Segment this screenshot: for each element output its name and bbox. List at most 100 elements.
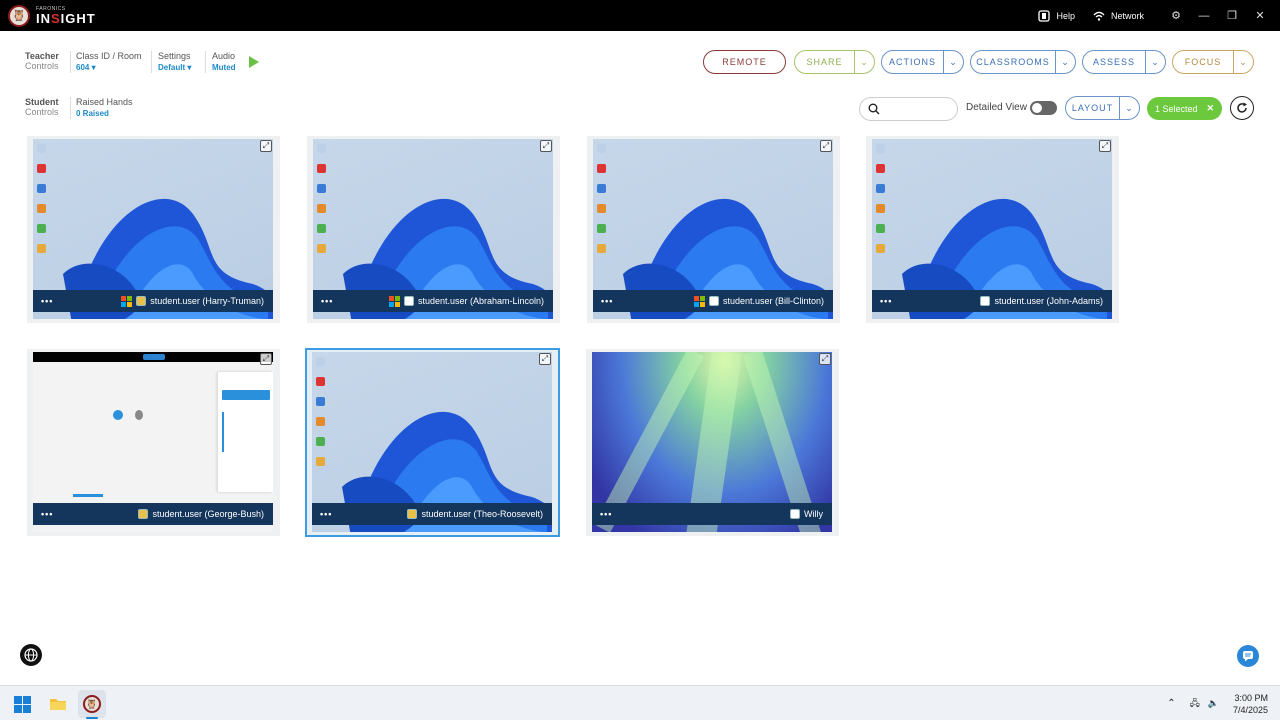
folder-icon	[50, 699, 66, 710]
clear-selection-icon[interactable]: ✕	[1206, 103, 1214, 114]
expand-fullscreen-icon[interactable]: ⤢	[819, 353, 831, 365]
more-options-icon[interactable]: •••	[41, 509, 53, 519]
expand-fullscreen-icon[interactable]: ⤢	[820, 140, 832, 152]
student-name-label: student.user (Theo-Roosevelt)	[421, 509, 543, 519]
student-name-bar: ••• Willy	[592, 503, 832, 525]
owl-logo-icon: 🦉	[8, 4, 30, 27]
insight-owl-icon: 🦉	[83, 695, 101, 713]
classrooms-button[interactable]: CLASSROOMS ⌄	[970, 50, 1076, 74]
app-icon	[407, 509, 418, 519]
student-name-bar: ••• student.user (George-Bush)	[33, 503, 273, 525]
browser-icon	[980, 296, 991, 306]
insight-taskbar-button[interactable]: 🦉	[78, 690, 106, 718]
volume-icon[interactable]: 🔈	[1208, 698, 1219, 709]
detailed-view-toggle[interactable]	[1030, 101, 1057, 115]
student-name-label: student.user (John-Adams)	[994, 296, 1103, 306]
network-button[interactable]: Network	[1093, 11, 1144, 21]
student-name-label: student.user (Bill-Clinton)	[722, 296, 824, 306]
focus-button[interactable]: FOCUS ⌄	[1172, 50, 1254, 74]
help-button[interactable]: Help	[1038, 9, 1075, 22]
more-options-icon[interactable]: •••	[320, 509, 332, 519]
student-thumbnail[interactable]: ⤢ ••• student.user (Harry-Truman)	[27, 136, 280, 323]
class-room-selector[interactable]: Class ID / Room 604 ▾	[76, 51, 142, 72]
teacher-controls-heading: Teacher Controls	[25, 51, 59, 71]
share-button[interactable]: SHARE ⌄	[794, 50, 875, 74]
actions-dropdown-chevron-icon[interactable]: ⌄	[943, 51, 963, 73]
settings-gear-icon[interactable]: ⚙	[1162, 9, 1190, 22]
settings-selector[interactable]: Settings Default ▾	[158, 51, 191, 72]
chat-icon	[1243, 651, 1253, 662]
file-explorer-button[interactable]	[44, 690, 72, 718]
abc-icon	[790, 509, 800, 519]
assess-dropdown-chevron-icon[interactable]: ⌄	[1145, 51, 1165, 73]
layout-dropdown-chevron-icon[interactable]: ⌄	[1119, 97, 1139, 119]
start-button[interactable]	[10, 690, 38, 718]
globe-icon	[24, 648, 38, 662]
raised-hands[interactable]: Raised Hands 0 Raised	[76, 97, 133, 118]
layout-button[interactable]: LAYOUT ⌄	[1065, 96, 1140, 120]
audio-status: Audio Muted	[212, 51, 236, 72]
play-icon[interactable]	[249, 56, 259, 68]
help-icon	[1038, 9, 1051, 22]
search-icon	[868, 103, 880, 115]
close-button[interactable]: ✕	[1246, 9, 1274, 22]
search-box[interactable]	[859, 97, 958, 121]
student-thumbnail[interactable]: ⤢ ••• student.user (Abraham-Lincoln)	[307, 136, 560, 323]
student-thumbnail[interactable]: ⤢ ••• student.user (John-Adams)	[866, 136, 1119, 323]
student-name-bar: ••• student.user (Theo-Roosevelt)	[312, 503, 552, 525]
expand-fullscreen-icon[interactable]: ⤢	[1099, 140, 1111, 152]
student-name-label: student.user (George-Bush)	[152, 509, 264, 519]
network-tray-icon[interactable]: 🖧	[1190, 696, 1200, 712]
student-name-bar: ••• student.user (Bill-Clinton)	[593, 290, 833, 312]
windows-logo	[693, 295, 705, 307]
student-thumbnail[interactable]: ⤢ ••• student.user (George-Bush)	[27, 349, 280, 536]
title-bar: 🦉 FARONICS INSIGHT Help Network ⚙ — ❐ ✕	[0, 0, 1280, 31]
browser-icon	[403, 296, 414, 306]
more-options-icon[interactable]: •••	[601, 296, 613, 306]
expand-fullscreen-icon[interactable]: ⤢	[260, 353, 272, 365]
expand-fullscreen-icon[interactable]: ⤢	[539, 353, 551, 365]
minimize-button[interactable]: —	[1190, 10, 1218, 22]
student-controls-heading: Student Controls	[25, 97, 59, 117]
assess-button[interactable]: ASSESS ⌄	[1082, 50, 1166, 74]
student-name-label: student.user (Harry-Truman)	[150, 296, 264, 306]
windows-start-icon	[13, 695, 31, 713]
app-icon	[138, 509, 149, 519]
chat-button[interactable]	[1237, 645, 1259, 667]
wifi-icon	[1093, 11, 1105, 21]
student-name-bar: ••• student.user (John-Adams)	[872, 290, 1112, 312]
maximize-button[interactable]: ❐	[1218, 9, 1246, 22]
student-name-bar: ••• student.user (Abraham-Lincoln)	[313, 290, 553, 312]
app-name: INSIGHT	[36, 10, 96, 26]
student-thumbnail[interactable]: ⤢ ••• student.user (Bill-Clinton)	[587, 136, 840, 323]
refresh-icon	[1237, 102, 1247, 113]
expand-fullscreen-icon[interactable]: ⤢	[260, 140, 272, 152]
actions-button[interactable]: ACTIONS ⌄	[881, 50, 964, 74]
student-name-bar: ••• student.user (Harry-Truman)	[33, 290, 273, 312]
more-options-icon[interactable]: •••	[321, 296, 333, 306]
search-input[interactable]	[884, 101, 952, 117]
student-thumbnail[interactable]: ⤢ ••• student.user (Theo-Roosevelt)	[305, 348, 560, 537]
detailed-view-label: Detailed View	[966, 102, 1027, 113]
more-options-icon[interactable]: •••	[600, 509, 612, 519]
windows-logo	[388, 295, 400, 307]
student-thumbnail[interactable]: ⤢ ••• Willy	[586, 349, 839, 536]
windows-logo	[121, 295, 133, 307]
student-name-label: Willy	[804, 509, 823, 519]
remote-button[interactable]: REMOTE	[703, 50, 786, 74]
more-options-icon[interactable]: •••	[41, 296, 53, 306]
language-globe-button[interactable]	[20, 644, 42, 666]
tray-chevron-up-icon[interactable]: ⌃	[1167, 698, 1175, 709]
focus-dropdown-chevron-icon[interactable]: ⌄	[1233, 51, 1253, 73]
refresh-button[interactable]	[1230, 96, 1254, 120]
selected-count-badge[interactable]: 1 Selected ✕	[1147, 97, 1222, 120]
system-clock[interactable]: 3:00 PM 7/4/2025	[1233, 692, 1268, 716]
expand-fullscreen-icon[interactable]: ⤢	[540, 140, 552, 152]
app-icon	[136, 296, 147, 306]
share-dropdown-chevron-icon[interactable]: ⌄	[854, 51, 874, 73]
more-options-icon[interactable]: •••	[880, 296, 892, 306]
browser-icon	[708, 296, 719, 306]
classrooms-dropdown-chevron-icon[interactable]: ⌄	[1055, 51, 1075, 73]
os-taskbar: 🦉 ⌃ 🖧 🔈 3:00 PM 7/4/2025	[0, 685, 1280, 720]
student-name-label: student.user (Abraham-Lincoln)	[417, 296, 544, 306]
